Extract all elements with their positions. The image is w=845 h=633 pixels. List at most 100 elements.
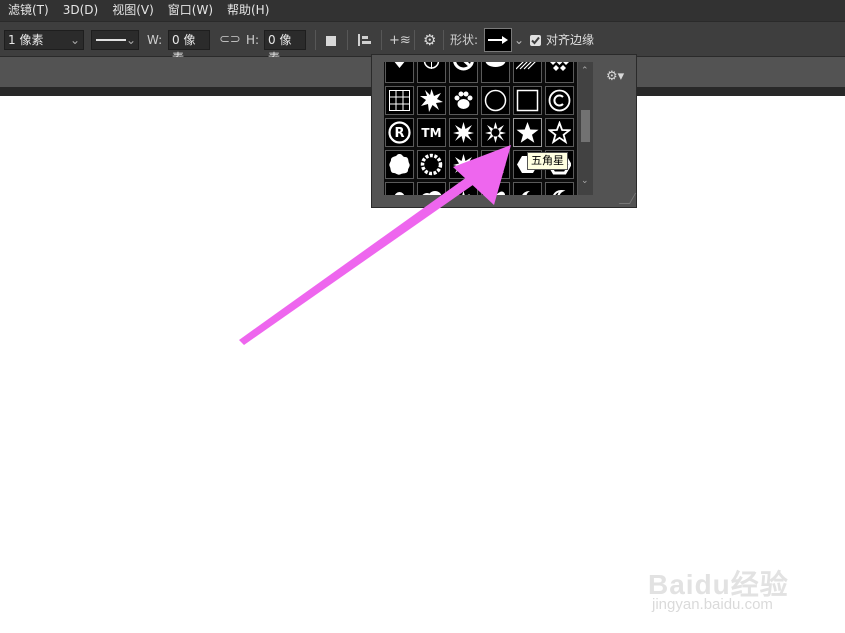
shape-cell-speech-bubble[interactable]: [481, 62, 510, 83]
menu-view[interactable]: 视图(V): [104, 0, 160, 21]
star-outline-icon: [548, 121, 571, 144]
shape-cell-registered[interactable]: R: [385, 118, 414, 147]
paw-icon: [454, 91, 473, 109]
divider: [347, 30, 348, 50]
divider: [443, 30, 444, 50]
resize-grip-icon[interactable]: [618, 193, 637, 204]
square-frame-icon: [516, 89, 539, 112]
scroll-up-icon[interactable]: ⌃: [581, 66, 589, 76]
burst-ring-icon: [485, 122, 506, 143]
circle-icon: [484, 89, 507, 112]
diamonds-icon: [550, 62, 569, 71]
shape-preview-button[interactable]: [484, 28, 512, 52]
svg-text:R: R: [394, 126, 404, 141]
line-style-icon: [96, 39, 126, 41]
chevron-down-icon: ⌄: [69, 33, 80, 47]
shape-cell-cloud[interactable]: [417, 182, 446, 195]
divider: [315, 30, 316, 50]
align-edges-checkbox[interactable]: [530, 35, 541, 46]
heart-card-icon: [394, 62, 405, 68]
shape-cell-no-sign[interactable]: [449, 62, 478, 83]
trademark-icon: TM: [421, 126, 441, 140]
speech-bubble-icon: [485, 62, 506, 67]
shape-cell-circle-ring[interactable]: [417, 150, 446, 179]
moon-2-icon: [553, 189, 566, 195]
scrollbar-thumb[interactable]: [581, 110, 590, 142]
shape-cell-blob[interactable]: [385, 150, 414, 179]
menu-window[interactable]: 窗口(W): [160, 0, 219, 21]
shape-cell-heart-card[interactable]: [385, 62, 414, 83]
chevron-down-icon[interactable]: ⌄: [514, 30, 524, 50]
burst-small-2-icon: [485, 154, 506, 175]
align-edges-label: 对齐边缘: [546, 33, 595, 47]
shape-label: 形状:: [450, 33, 479, 47]
gear-icon[interactable]: ⚙▾: [606, 69, 624, 84]
width-field[interactable]: 0 像素: [168, 30, 210, 65]
shape-cell-burst-8[interactable]: [449, 118, 478, 147]
cloud-icon: [422, 191, 442, 195]
no-sign-icon: [453, 62, 474, 71]
target-icon: [423, 62, 440, 69]
menu-3d[interactable]: 3D(D): [55, 0, 104, 21]
divider: [381, 30, 382, 50]
options-bar: 1 像素 ⌄ ⌄ W: 0 像素 ⊂⊃ H: 0 像素 +≋ ⚙ 形状: ⌄ 对…: [0, 21, 845, 65]
shape-cell-circle[interactable]: [481, 86, 510, 115]
arrow-right-icon: [488, 36, 508, 44]
stroke-width-select[interactable]: 1 像素 ⌄: [4, 30, 84, 50]
menu-help[interactable]: 帮助(H): [219, 0, 275, 21]
hatch-icon: [516, 62, 536, 70]
stroke-width-value: 1 像素: [8, 33, 44, 47]
divider: [414, 30, 415, 50]
shape-cell-burst-small[interactable]: [449, 150, 478, 179]
menu-bar: 滤镜(T) 3D(D) 视图(V) 窗口(W) 帮助(H): [0, 0, 845, 21]
chevron-down-icon: ⌄: [125, 33, 136, 47]
link-icon[interactable]: ⊂⊃: [219, 30, 241, 50]
path-operations-icon[interactable]: [326, 36, 336, 46]
burst-small-icon: [453, 154, 474, 175]
blob-icon: [389, 154, 410, 175]
grid-icon: [389, 90, 410, 111]
shape-cell-star-outline[interactable]: [545, 118, 574, 147]
watermark-url: jingyan.baidu.com: [652, 596, 773, 613]
shape-cell-copyright[interactable]: [545, 86, 574, 115]
burst-icon: [420, 89, 443, 112]
circle-ring-icon: [420, 153, 443, 176]
burst-8-icon: [453, 122, 474, 143]
shape-cell-square-frame[interactable]: [513, 86, 542, 115]
shape-tooltip: 五角星: [527, 152, 568, 170]
height-field[interactable]: 0 像素: [264, 30, 306, 65]
shape-cell-clover[interactable]: [385, 182, 414, 195]
shape-grid: R TM: [384, 62, 577, 195]
path-alignment-icon[interactable]: [358, 34, 371, 46]
stroke-style-select[interactable]: ⌄: [91, 30, 139, 50]
star-5-point-icon: [516, 122, 539, 143]
shape-cell-paw[interactable]: [449, 86, 478, 115]
checkmark-icon: [531, 36, 540, 45]
shape-cell-burst[interactable]: [417, 86, 446, 115]
shape-cell-hatch[interactable]: [513, 62, 542, 83]
svg-text:TM: TM: [421, 126, 441, 140]
scroll-down-icon[interactable]: ⌄: [581, 176, 589, 186]
shape-cell-trademark[interactable]: TM: [417, 118, 446, 147]
copyright-icon: [548, 89, 571, 112]
shape-cell-moon[interactable]: [513, 182, 542, 195]
shape-cell-diamonds[interactable]: [545, 62, 574, 83]
shape-cell-burst-ring[interactable]: [481, 118, 510, 147]
burst-3-icon: [457, 191, 470, 195]
width-label: W:: [147, 33, 163, 47]
height-label: H:: [246, 33, 260, 47]
shape-cell-moon-2[interactable]: [545, 182, 574, 195]
clover-icon: [394, 192, 405, 195]
shape-cell-heart[interactable]: [481, 182, 510, 195]
shape-cell-burst-3[interactable]: [449, 182, 478, 195]
heart-icon: [485, 191, 506, 195]
menu-filter[interactable]: 滤镜(T): [0, 0, 55, 21]
shape-cell-star-5-point[interactable]: [513, 118, 542, 147]
moon-icon: [522, 190, 530, 195]
path-arrangement-icon[interactable]: +≋: [389, 31, 411, 51]
registered-icon: R: [388, 121, 411, 144]
shape-cell-burst-small-2[interactable]: [481, 150, 510, 179]
shape-cell-target[interactable]: [417, 62, 446, 83]
gear-icon[interactable]: ⚙: [423, 30, 436, 50]
shape-cell-grid[interactable]: [385, 86, 414, 115]
